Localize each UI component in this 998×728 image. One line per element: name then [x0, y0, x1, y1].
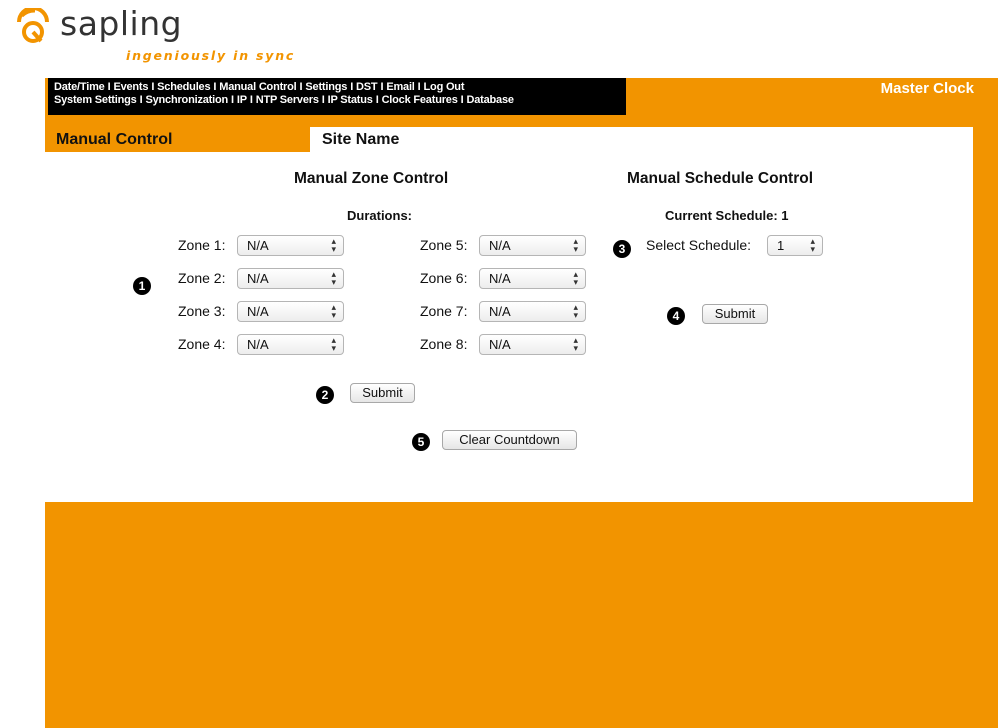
select-arrows-icon: ▴ ▾ [331, 335, 336, 353]
zone-4-select[interactable]: N/A ▴ ▾ [237, 334, 344, 355]
zone-7-value: N/A [489, 304, 511, 319]
select-arrows-icon: ▴ ▾ [573, 335, 578, 353]
zone-8-label: Zone 8: [420, 336, 468, 352]
zone-6-select[interactable]: N/A ▴ ▾ [479, 268, 586, 289]
nav-link-clock-features[interactable]: Clock Features [382, 94, 458, 106]
zone-submit-button[interactable]: Submit [350, 383, 415, 403]
durations-label: Durations: [347, 208, 412, 223]
select-arrows-icon: ▴ ▾ [331, 236, 336, 254]
nav-link-date-time[interactable]: Date/Time [54, 81, 105, 93]
nav-separator: I [375, 94, 379, 106]
nav-row-1: Date/Time I Events I Schedules I Manual Contro… [54, 81, 626, 94]
sapling-logo-icon [17, 8, 49, 43]
nav-separator: I [213, 81, 217, 93]
brand-name: sapling [60, 4, 183, 43]
select-arrows-icon: ▴ ▾ [573, 269, 578, 287]
callout-badge-1: 1 [133, 277, 151, 295]
nav-bar: Date/Time I Events I Schedules I Manual Contro… [48, 78, 626, 115]
zone-2-label: Zone 2: [178, 270, 226, 286]
zone-4-label: Zone 4: [178, 336, 226, 352]
current-schedule: Current Schedule: 1 [665, 208, 789, 223]
nav-row-2: System Settings I Synchronization I IP I NTP S… [54, 94, 626, 107]
zone-control-title: Manual Zone Control [294, 170, 449, 187]
schedule-select[interactable]: 1 ▴ ▾ [767, 235, 823, 256]
callout-badge-4: 4 [667, 307, 685, 325]
nav-link-manual-control[interactable]: Manual Control [219, 81, 296, 93]
callout-badge-5: 5 [412, 433, 430, 451]
nav-separator: I [350, 81, 354, 93]
zone-7-label: Zone 7: [420, 303, 468, 319]
zone-8-value: N/A [489, 337, 511, 352]
zone-2-select[interactable]: N/A ▴ ▾ [237, 268, 344, 289]
page-title: Manual Control [56, 131, 173, 148]
zone-5-label: Zone 5: [420, 237, 468, 253]
nav-link-email[interactable]: Email [386, 81, 415, 93]
zone-3-label: Zone 3: [178, 303, 226, 319]
nav-separator: I [417, 81, 421, 93]
site-name: Site Name [322, 131, 400, 148]
schedule-value: 1 [777, 238, 785, 253]
schedule-submit-button[interactable]: Submit [702, 304, 768, 324]
zone-3-select[interactable]: N/A ▴ ▾ [237, 301, 344, 322]
zone-5-select[interactable]: N/A ▴ ▾ [479, 235, 586, 256]
nav-separator: I [460, 94, 464, 106]
nav-link-database[interactable]: Database [467, 94, 515, 106]
nav-link-schedules[interactable]: Schedules [157, 81, 210, 93]
clear-countdown-button[interactable]: Clear Countdown [442, 430, 577, 450]
select-arrows-icon: ▴ ▾ [331, 269, 336, 287]
select-arrows-icon: ▴ ▾ [573, 302, 578, 320]
brand-tagline: ingeniously in sync [126, 48, 296, 63]
zone-2-value: N/A [247, 271, 269, 286]
nav-separator: I [249, 94, 253, 106]
callout-badge-3: 3 [613, 240, 631, 258]
select-arrows-icon: ▴ ▾ [331, 302, 336, 320]
zone-6-value: N/A [489, 271, 511, 286]
zone-3-value: N/A [247, 304, 269, 319]
zone-4-value: N/A [247, 337, 269, 352]
nav-separator: I [231, 94, 234, 106]
nav-link-ip-status[interactable]: IP Status [328, 94, 373, 106]
zone-1-value: N/A [247, 238, 269, 253]
device-title: Master Clock [880, 80, 974, 97]
zone-1-select[interactable]: N/A ▴ ▾ [237, 235, 344, 256]
schedule-control-title: Manual Schedule Control [627, 170, 814, 187]
site-name-tab [310, 127, 973, 153]
zone-6-label: Zone 6: [420, 270, 468, 286]
nav-separator: I [380, 81, 384, 93]
nav-link-ntp-servers[interactable]: NTP Servers [256, 94, 319, 106]
callout-badge-2: 2 [316, 386, 334, 404]
nav-link-synchronization[interactable]: Synchronization [145, 94, 228, 106]
nav-separator: I [151, 81, 155, 93]
zone-7-select[interactable]: N/A ▴ ▾ [479, 301, 586, 322]
nav-link-log-out[interactable]: Log Out [424, 81, 465, 93]
select-arrows-icon: ▴ ▾ [573, 236, 578, 254]
nav-separator: I [321, 94, 325, 106]
nav-link-ip[interactable]: IP [237, 94, 247, 106]
select-arrows-icon: ▴ ▾ [810, 236, 815, 254]
nav-link-events[interactable]: Events [113, 81, 148, 93]
zone-1-label: Zone 1: [178, 237, 226, 253]
zone-8-select[interactable]: N/A ▴ ▾ [479, 334, 586, 355]
select-schedule-label: Select Schedule: [646, 237, 752, 253]
nav-link-system-settings[interactable]: System Settings [54, 94, 137, 106]
nav-link-settings[interactable]: Settings [305, 81, 347, 93]
nav-link-dst[interactable]: DST [356, 81, 378, 93]
sapling-logo: sapling ingeniously in sync [13, 4, 333, 64]
zone-5-value: N/A [489, 238, 511, 253]
